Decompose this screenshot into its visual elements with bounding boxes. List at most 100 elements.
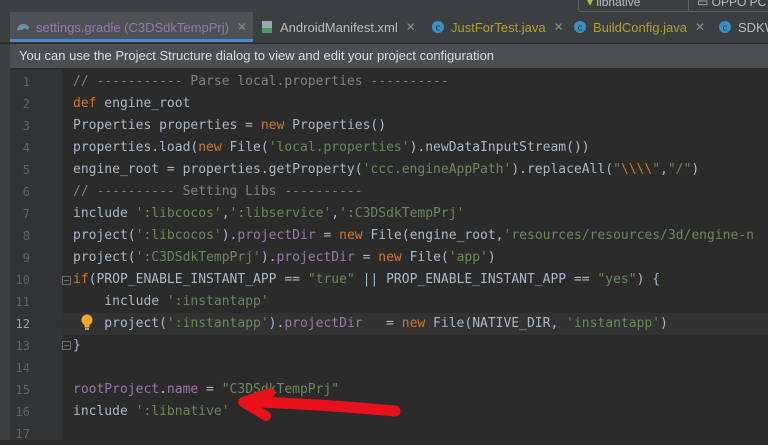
code-line: properties.load(new File('local.properti…	[73, 137, 590, 159]
code-token: ).replaceAll(	[511, 162, 614, 177]
code-token: "	[613, 162, 621, 177]
tab-sdkw[interactable]: c SDKW	[712, 12, 768, 42]
code-token: ) {	[636, 272, 661, 287]
tab-label: settings.gradle (C3DSdkTempPrj)	[36, 19, 229, 35]
code-token: if	[73, 272, 89, 287]
close-icon[interactable]: ✕	[554, 20, 564, 34]
code-line: }	[73, 335, 81, 357]
lightbulb-icon[interactable]	[80, 314, 94, 332]
close-icon[interactable]: ✕	[237, 20, 247, 34]
line-number: 9	[22, 251, 30, 265]
code-token: new	[401, 316, 426, 331]
code-token: def	[73, 96, 97, 111]
code-token: ':instantapp'	[166, 316, 269, 331]
code-token: // ----------- Parse local.properties --…	[73, 74, 449, 89]
code-token: (PROP_ENABLE_INSTANT_APP ==	[88, 272, 308, 287]
code-token: \\\\	[620, 162, 653, 177]
code-token: "yes"	[597, 272, 637, 287]
code-token: include	[73, 206, 136, 221]
java-class-icon: c	[718, 20, 732, 34]
fold-marker-icon[interactable]	[62, 341, 71, 350]
tab-android-manifest[interactable]: AndroidManifest.xml ✕	[254, 12, 421, 42]
code-token: 'local.properties'	[268, 140, 410, 155]
xml-manifest-icon	[260, 20, 274, 34]
tab-just-for-test[interactable]: c JustForTest.java ✕	[425, 12, 565, 42]
code-line: engine_root = properties.getProperty('cc…	[73, 159, 699, 181]
code-token: ).	[260, 250, 277, 265]
fold-marker-icon[interactable]	[62, 276, 71, 285]
code-line: project(':C3DSdkTempPrj').projectDir = n…	[73, 247, 496, 269]
code-token: new	[378, 250, 402, 265]
device-select[interactable]: ▭ OPPO PC	[688, 0, 768, 12]
code-token: Properties properties =	[73, 118, 261, 133]
code-token: ':libnative'	[135, 404, 230, 419]
code-token: // ---------- Setting Libs ----------	[73, 184, 363, 199]
code-line: // ----------- Parse local.properties --…	[73, 71, 449, 93]
close-icon[interactable]: ✕	[406, 20, 416, 34]
code-line: include ':libnative'	[73, 401, 230, 423]
line-number: 12	[15, 317, 30, 331]
svg-text:c: c	[723, 24, 728, 34]
code-token: engine_root	[96, 96, 191, 111]
code-token: ':libcocos'	[135, 228, 222, 243]
code-token: ':libcocos'	[135, 206, 222, 221]
code-token: ':C3DSdkTempPrj'	[339, 206, 465, 221]
code-token: || PROP_ENABLE_INSTANT_APP ==	[354, 272, 598, 287]
project-structure-notification: You can use the Project Structure dialog…	[10, 44, 768, 68]
line-number: 5	[22, 163, 30, 177]
code-token: =	[354, 250, 379, 265]
editor-tab-bar: settings.gradle (C3DSdkTempPrj) ✕ Androi…	[0, 12, 768, 43]
code-token: =	[315, 228, 340, 243]
code-line: def engine_root	[73, 93, 190, 115]
code-token: )	[487, 250, 496, 265]
line-number: 6	[22, 185, 30, 199]
code-token: properties.load(	[73, 140, 199, 155]
device-label: OPPO PC	[711, 0, 767, 9]
line-number: 13	[15, 339, 30, 353]
close-icon[interactable]: ✕	[695, 20, 705, 34]
line-number: 1	[22, 75, 30, 89]
svg-text:c: c	[436, 24, 441, 34]
code-token: ,	[331, 206, 340, 221]
code-token: projectDir	[237, 228, 316, 243]
notification-text: You can use the Project Structure dialog…	[19, 48, 495, 63]
code-token: 'ccc.engineAppPath'	[362, 162, 512, 177]
code-token: "/"	[667, 162, 692, 177]
run-config-label: libnative	[596, 0, 641, 9]
code-line: include ':instantapp'	[73, 291, 268, 313]
code-token: projectDir	[276, 250, 355, 265]
code-token: project(	[73, 250, 136, 265]
code-token: File(engine_root,	[362, 228, 504, 243]
code-token: project(	[73, 228, 136, 243]
code-token: name	[166, 382, 199, 397]
run-config-select[interactable]: ▾ libnative	[578, 0, 692, 12]
tab-build-config[interactable]: c BuildConfig.java ✕	[567, 12, 709, 42]
code-line: project(':instantapp').projectDir = new …	[73, 313, 668, 335]
code-line: include ':libcocos',':libservice',':C3DS…	[73, 203, 464, 225]
code-line: if(PROP_ENABLE_INSTANT_APP == "true" || …	[73, 269, 660, 291]
device-icon: ▭	[697, 0, 712, 9]
code-token: }	[73, 338, 81, 353]
gradle-icon	[16, 20, 30, 34]
code-token: =	[198, 382, 222, 397]
tab-settings-gradle[interactable]: settings.gradle (C3DSdkTempPrj) ✕	[10, 12, 253, 42]
left-tool-strip	[0, 44, 10, 440]
code-token: ).	[268, 316, 285, 331]
code-token: new	[198, 140, 222, 155]
tab-label: JustForTest.java	[451, 19, 546, 35]
code-line: Properties properties = new Properties()	[73, 115, 386, 137]
code-token: "	[652, 162, 661, 177]
line-number: 17	[15, 427, 30, 441]
code-token: new	[339, 228, 363, 243]
line-number: 8	[22, 229, 30, 243]
code-token: File(	[221, 140, 269, 155]
code-token: ':libservice'	[229, 206, 332, 221]
code-line: project(':libcocos').projectDir = new Fi…	[73, 225, 754, 247]
code-token: 'instantapp'	[566, 316, 661, 331]
code-token: engine_root = properties.getProperty(	[73, 162, 363, 177]
code-token: ':C3DSdkTempPrj'	[135, 250, 261, 265]
line-number: 16	[15, 405, 30, 419]
tab-label: AndroidManifest.xml	[280, 19, 398, 35]
tab-label: BuildConfig.java	[593, 19, 687, 35]
line-number: 7	[22, 207, 30, 221]
